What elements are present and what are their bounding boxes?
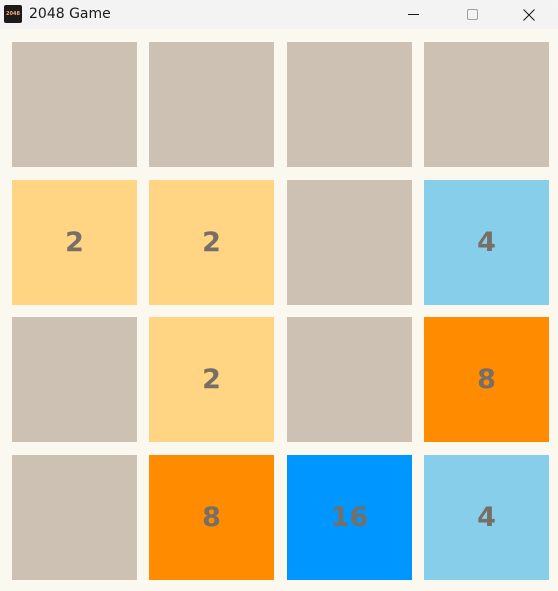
tile-empty <box>12 317 137 442</box>
tile-8: 8 <box>149 455 274 580</box>
maximize-icon <box>466 9 478 20</box>
tile-2: 2 <box>149 180 274 305</box>
title-bar[interactable]: 2048 2048 Game <box>0 0 558 29</box>
close-icon <box>523 8 535 21</box>
tile-empty <box>287 317 412 442</box>
game-board: 2 2 4 2 8 8 16 4 <box>0 29 558 591</box>
tile-empty <box>12 455 137 580</box>
tile-empty <box>287 180 412 305</box>
window-title: 2048 Game <box>29 6 111 22</box>
maximize-button[interactable] <box>443 0 501 29</box>
app-logo-icon: 2048 <box>4 5 22 23</box>
tile-4: 4 <box>424 455 549 580</box>
game-window: 2048 2048 Game 2 2 4 2 8 8 16 4 <box>0 0 558 591</box>
tile-empty <box>12 42 137 167</box>
minimize-button[interactable] <box>384 0 442 29</box>
tile-empty <box>424 42 549 167</box>
minimize-icon <box>407 14 419 15</box>
close-button[interactable] <box>500 0 558 29</box>
tile-8: 8 <box>424 317 549 442</box>
tile-2: 2 <box>12 180 137 305</box>
tile-4: 4 <box>424 180 549 305</box>
tile-empty <box>287 42 412 167</box>
tile-16: 16 <box>287 455 412 580</box>
tile-empty <box>149 42 274 167</box>
tile-2: 2 <box>149 317 274 442</box>
